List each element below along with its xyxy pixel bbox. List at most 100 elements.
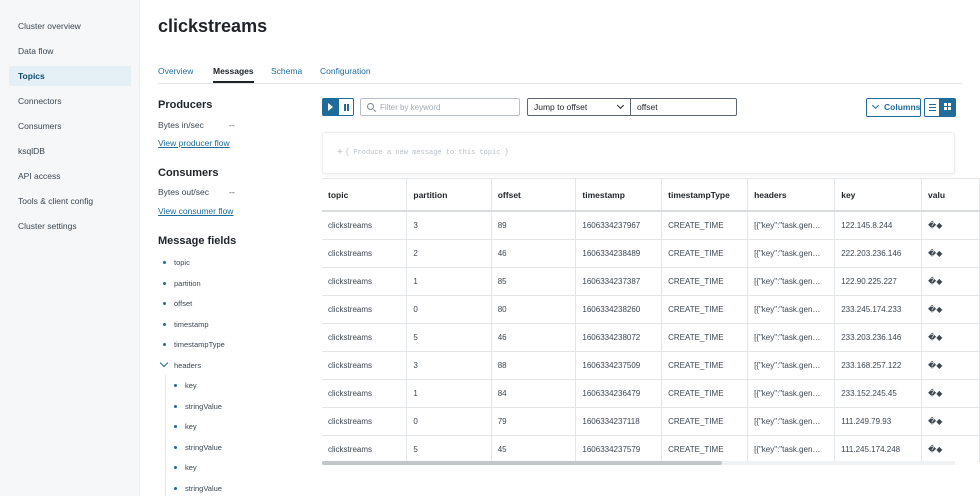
offset-input[interactable] [637,101,731,113]
column-header-key[interactable]: key [834,179,923,212]
column-header-headers[interactable]: headers [747,179,836,212]
cell-partition: 3 [406,211,492,240]
cell-headers: [{"key":"task.gen… [747,211,836,240]
cell-timestamp: 1606334237967 [575,211,663,240]
sidebar-item-api-access[interactable]: API access [9,166,131,186]
messages-table-container[interactable]: topic partition offset timestamp timesta… [322,178,980,462]
sidebar-item-cluster-settings[interactable]: Cluster settings [9,216,131,236]
cell-offset: 45 [491,435,577,462]
column-header-timestamp[interactable]: timestamp [575,179,663,212]
field-topic[interactable]: topic [174,258,190,267]
column-header-offset[interactable]: offset [491,179,577,212]
column-header-topic[interactable]: topic [322,179,408,212]
play-button[interactable] [322,98,338,116]
cell-timestamp: 1606334238072 [575,323,663,352]
tab-overview[interactable]: Overview [158,66,193,76]
cell-value: �◆ [921,267,980,296]
table-row[interactable]: clickstreams 5 46 1606334238072 CREATE_TIME[… [322,323,980,352]
table-row[interactable]: clickstreams 3 89 1606334237967 CREATE_TIME[… [322,211,980,240]
field-header-stringvalue[interactable]: stringValue [185,484,222,493]
tab-schema[interactable]: Schema [271,66,302,76]
tab-bar: Overview Messages Schema Configuration [158,62,962,84]
table-row[interactable]: clickstreams 1 85 1606334237387 CREATE_TIME[… [322,267,980,296]
consumers-title: Consumers [158,167,219,179]
field-header-stringvalue[interactable]: stringValue [185,443,222,452]
cell-topic: clickstreams [322,323,408,352]
search-icon [367,103,374,110]
cell-offset: 89 [491,211,577,240]
field-header-stringvalue[interactable]: stringValue [185,402,222,411]
field-header-key[interactable]: key [185,381,197,390]
table-row[interactable]: clickstreams 0 79 1606334237118 CREATE_TIME[… [322,407,980,436]
table-row[interactable]: clickstreams 1 84 1606334236479 CREATE_TIME[… [322,379,980,408]
field-partition[interactable]: partition [174,279,201,288]
cell-partition: 2 [406,239,492,268]
tab-messages[interactable]: Messages [213,66,254,76]
chevron-down-icon[interactable] [159,358,169,368]
pause-button[interactable] [338,98,354,116]
cell-headers: [{"key":"task.gen… [747,323,836,352]
table-row[interactable]: clickstreams 3 88 1606334237509 CREATE_TIME[… [322,351,980,380]
cell-partition: 0 [406,407,492,436]
produce-message-box[interactable]: + { Produce a new message to this topic … [322,132,955,174]
cell-offset: 85 [491,267,577,296]
sidebar-item-consumers[interactable]: Consumers [9,116,131,136]
tab-configuration[interactable]: Configuration [320,66,371,76]
field-header-key[interactable]: key [185,463,197,472]
view-consumer-flow-link[interactable]: View consumer flow [158,206,233,216]
grid-icon [944,103,947,106]
cell-value: �◆ [921,323,980,352]
view-producer-flow-link[interactable]: View producer flow [158,138,230,148]
field-headers[interactable]: headers [174,361,201,370]
jump-to-offset-select[interactable]: Jump to offset [527,98,631,116]
table-row[interactable]: clickstreams 5 45 1606334237579 CREATE_TIME[… [322,435,980,462]
cell-key: 111.249.79.93 [834,407,923,436]
grid-view-button[interactable] [940,98,956,117]
field-timestamp[interactable]: timestamp [174,320,209,329]
cell-headers: [{"key":"task.gen… [747,295,836,324]
cell-offset: 80 [491,295,577,324]
list-view-button[interactable] [924,98,940,117]
cell-timestamptype: CREATE_TIME [661,295,749,324]
cell-topic: clickstreams [322,267,408,296]
field-header-key[interactable]: key [185,422,197,431]
cell-topic: clickstreams [322,435,408,462]
table-row[interactable]: clickstreams 0 80 1606334238260 CREATE_TIME[… [322,295,980,324]
sidebar-item-connectors[interactable]: Connectors [9,91,131,111]
bytes-out-value: -- [229,187,235,197]
cell-key: 122.90.225.227 [834,267,923,296]
cell-timestamptype: CREATE_TIME [661,407,749,436]
sidebar-item-topics[interactable]: Topics [9,66,131,86]
sidebar-item-cluster-overview[interactable]: Cluster overview [9,16,131,36]
cell-timestamptype: CREATE_TIME [661,323,749,352]
page-title: clickstreams [158,16,268,36]
column-header-timestamptype[interactable]: timestampType [661,179,749,212]
cell-value: �◆ [921,239,980,268]
list-icon [929,104,936,106]
sidebar-item-ksqldb[interactable]: ksqlDB [9,141,131,161]
cell-timestamp: 1606334237509 [575,351,663,380]
field-bullet-icon [163,343,166,346]
cell-headers: [{"key":"task.gen… [747,351,836,380]
table-row[interactable]: clickstreams 2 46 1606334238489 CREATE_TIME[… [322,239,980,268]
list-icon [929,107,936,109]
cell-key: 233.168.257.122 [834,351,923,380]
column-header-partition[interactable]: partition [406,179,492,212]
field-bullet-icon [174,466,177,469]
search-input[interactable] [380,101,516,113]
cell-topic: clickstreams [322,407,408,436]
search-box[interactable] [360,98,520,116]
field-bullet-icon [163,282,166,285]
offset-field[interactable] [631,98,737,116]
cell-timestamptype: CREATE_TIME [661,211,749,240]
columns-button[interactable]: Columns [866,98,921,117]
sidebar-item-tools-client-config[interactable]: Tools & client config [9,191,131,211]
grid-icon [944,107,947,110]
cell-key: 233.152.245.45 [834,379,923,408]
column-header-value[interactable]: valu [921,179,980,212]
producers-title: Producers [158,99,213,111]
field-timestamptype[interactable]: timestampType [174,340,225,349]
field-offset[interactable]: offset [174,299,192,308]
sidebar-item-data-flow[interactable]: Data flow [9,41,131,61]
horizontal-scrollbar-thumb[interactable] [322,461,722,465]
